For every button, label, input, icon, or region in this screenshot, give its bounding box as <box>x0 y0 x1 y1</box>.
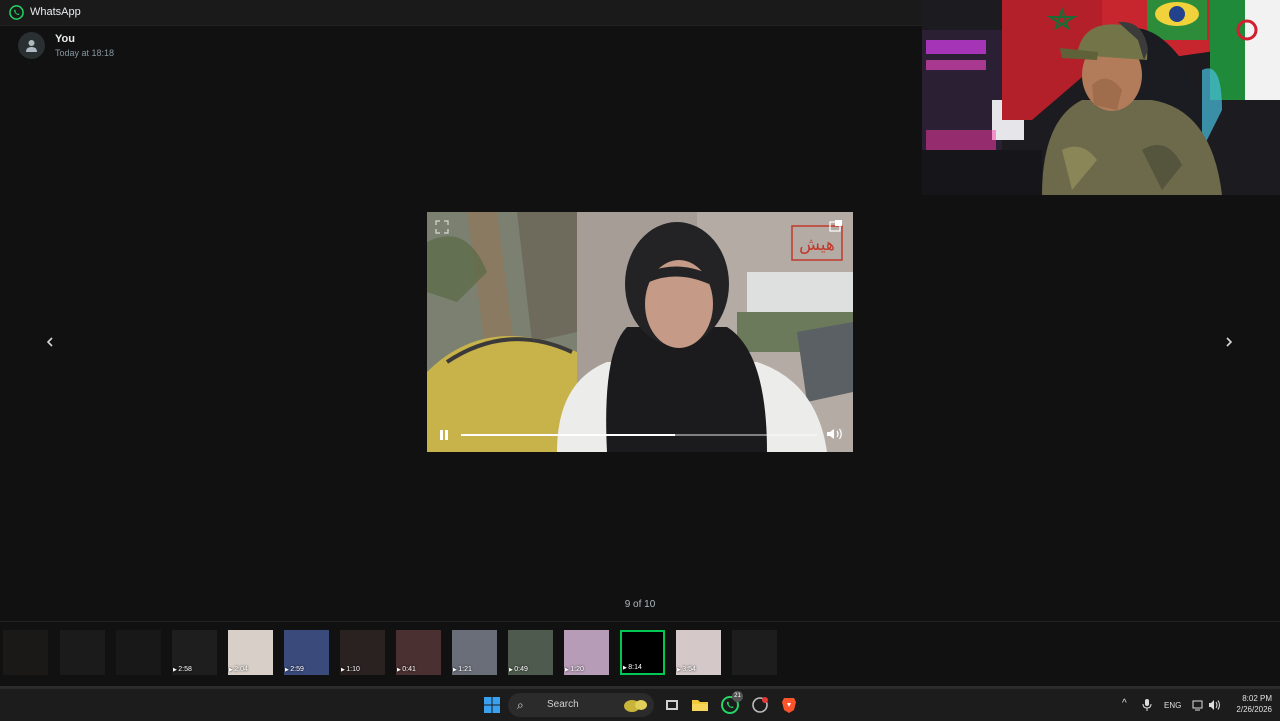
taskbar-search[interactable]: ⌕ Search <box>508 693 654 717</box>
microphone-icon[interactable] <box>1142 699 1152 711</box>
media-counter: 9 of 10 <box>624 599 656 610</box>
chevron-left-icon <box>46 337 53 347</box>
video-frame <box>427 212 853 452</box>
thumbnail-item[interactable]: 2:04 <box>228 630 273 675</box>
file-explorer-button[interactable] <box>690 695 710 715</box>
language-indicator[interactable]: ENG <box>1164 701 1181 710</box>
video-duration: 1:21 <box>453 666 472 673</box>
chevron-right-icon <box>1226 337 1233 347</box>
fullscreen-button[interactable] <box>435 220 449 234</box>
start-button[interactable] <box>482 695 502 715</box>
thumbnail-current[interactable]: 8:14 <box>620 630 665 675</box>
video-duration: 1:10 <box>341 666 360 673</box>
video-duration: 0:49 <box>509 666 528 673</box>
thumbnail-item[interactable]: 1:20 <box>564 630 609 675</box>
watermark-text: هيش <box>799 235 835 255</box>
search-label: Search <box>547 699 579 710</box>
thumbnail-item[interactable]: 2:59 <box>284 630 329 675</box>
seek-bar-progress <box>461 434 675 436</box>
brave-browser-button[interactable] <box>779 695 799 715</box>
video-duration: 0:41 <box>397 666 416 673</box>
thumbnail-item[interactable] <box>116 630 161 675</box>
windows-logo-icon <box>484 697 500 713</box>
whatsapp-logo-icon <box>9 5 24 20</box>
clock-date: 2/26/2026 <box>1236 705 1272 714</box>
windows-taskbar: ⌕ Search 21 ^ ENG 8:02 PM 2/26/2026 <box>0 688 1280 721</box>
system-tray: ^ ENG <box>1118 689 1226 721</box>
message-timestamp: Today at 18:18 <box>55 48 115 58</box>
app-icon <box>752 697 768 713</box>
task-view-icon <box>666 700 678 710</box>
taskbar-clock[interactable]: 8:02 PM 2/26/2026 <box>1226 693 1272 715</box>
volume-icon[interactable] <box>1208 699 1221 711</box>
thumbnail-item[interactable] <box>3 630 48 675</box>
notification-badge: 21 <box>732 691 743 702</box>
picture-in-picture-icon <box>829 220 842 232</box>
volume-button[interactable] <box>825 426 845 442</box>
pop-out-button[interactable] <box>829 219 843 233</box>
task-view-button[interactable] <box>662 695 682 715</box>
webcam-image <box>922 0 1280 195</box>
thumbnail-item[interactable]: 0:49 <box>508 630 553 675</box>
video-duration: 2:04 <box>229 666 248 673</box>
search-highlight-icon <box>624 700 647 712</box>
video-duration: 3:54 <box>677 666 696 673</box>
person-icon <box>26 40 37 52</box>
thumbnail-item[interactable] <box>732 630 777 675</box>
folder-icon <box>692 700 708 711</box>
show-hidden-icons-chevron-up-icon[interactable]: ^ <box>1122 698 1127 709</box>
thumbnail-item[interactable]: 1:10 <box>340 630 385 675</box>
pause-button[interactable] <box>437 428 451 442</box>
thumbnail-item[interactable] <box>60 630 105 675</box>
app-taskbar-button[interactable] <box>750 695 770 715</box>
video-duration: 2:58 <box>173 666 192 673</box>
pause-icon <box>440 430 448 440</box>
thumbnail-item[interactable]: 1:21 <box>452 630 497 675</box>
thumbnail-item[interactable]: 3:54 <box>676 630 721 675</box>
thumbnail-item[interactable]: 2:58 <box>172 630 217 675</box>
brave-lion-icon <box>782 698 796 713</box>
video-duration: 2:59 <box>285 666 304 673</box>
speaker-icon <box>827 428 842 440</box>
previous-media-button[interactable] <box>41 333 59 351</box>
avatar <box>18 32 45 59</box>
webcam-overlay <box>922 0 1280 195</box>
sender-name: You <box>55 33 75 45</box>
app-title: WhatsApp <box>30 6 81 18</box>
video-player[interactable]: هيش <box>427 212 853 452</box>
clock-time: 8:02 PM <box>1242 694 1272 703</box>
whatsapp-taskbar-button[interactable]: 21 <box>720 691 743 715</box>
search-icon: ⌕ <box>517 698 524 712</box>
thumbnail-strip: 2:58 2:04 2:59 1:10 0:41 1:21 0:49 1:20 8:14 3:54 <box>0 621 1280 689</box>
title-bar: WhatsApp <box>0 0 922 26</box>
fullscreen-icon <box>435 220 449 234</box>
video-duration: 1:20 <box>565 666 584 673</box>
next-media-button[interactable] <box>1220 333 1238 351</box>
network-icon[interactable] <box>1192 699 1204 711</box>
video-duration: 8:14 <box>623 664 642 671</box>
thumbnail-item[interactable]: 0:41 <box>396 630 441 675</box>
seek-bar[interactable] <box>461 434 817 436</box>
